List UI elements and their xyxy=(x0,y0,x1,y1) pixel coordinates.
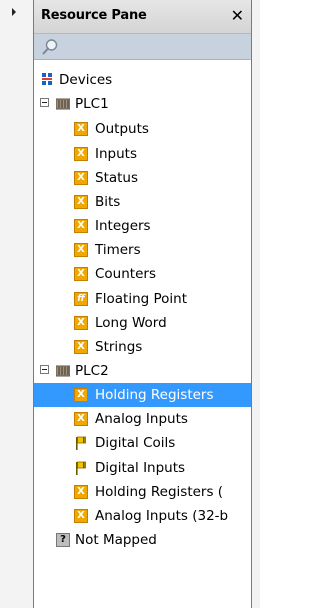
question-icon: ? xyxy=(56,533,70,547)
x-register-icon: X xyxy=(74,509,88,523)
tree-item-label: Not Mapped xyxy=(75,532,157,548)
left-gutter xyxy=(0,0,33,608)
tree-item-inputs[interactable]: X Inputs xyxy=(34,142,251,166)
tree-item-devices[interactable]: Devices xyxy=(34,68,251,92)
tree-item-plc1[interactable]: PLC1 xyxy=(34,92,251,116)
tree-item-label: Digital Coils xyxy=(95,435,176,451)
tree-item-long-word[interactable]: X Long Word xyxy=(34,311,251,335)
tree-item-holding-registers[interactable]: X Holding Registers xyxy=(34,383,251,407)
tree-item-label: Long Word xyxy=(95,315,167,331)
tree-item-label: Analog Inputs xyxy=(95,411,188,427)
plc-icon xyxy=(56,98,70,110)
tree-item-digital-inputs[interactable]: Digital Inputs xyxy=(34,456,251,480)
x-register-icon: X xyxy=(74,340,88,354)
tree-item-plc2[interactable]: PLC2 xyxy=(34,359,251,383)
tree-item-label: PLC1 xyxy=(75,96,109,112)
close-icon[interactable]: ✕ xyxy=(231,6,244,25)
tree-item-label: Bits xyxy=(95,194,121,210)
collapse-toggle[interactable] xyxy=(40,98,49,107)
x-register-icon: X xyxy=(74,485,88,499)
flag-icon xyxy=(76,436,86,450)
tree-item-label: Holding Registers xyxy=(95,387,214,403)
x-register-icon: X xyxy=(74,243,88,257)
tree-item-label: Counters xyxy=(95,266,156,282)
tree-item-label: Timers xyxy=(95,242,141,258)
x-register-icon: X xyxy=(74,267,88,281)
tree-item-label: Inputs xyxy=(95,146,137,162)
x-register-icon: X xyxy=(74,171,88,185)
collapse-toggle[interactable] xyxy=(40,365,49,374)
tree-item-label: Devices xyxy=(59,72,113,88)
float-register-icon: ff xyxy=(74,292,88,306)
tree-item-label: Status xyxy=(95,170,139,186)
tree-item-integers[interactable]: X Integers xyxy=(34,214,251,238)
flag-icon xyxy=(76,461,86,475)
tree-item-digital-coils[interactable]: Digital Coils xyxy=(34,431,251,455)
x-register-icon: X xyxy=(74,316,88,330)
tree-item-label: Floating Point xyxy=(95,291,188,307)
pane-titlebar: Resource Pane ✕ xyxy=(34,0,251,34)
search-bar[interactable] xyxy=(34,34,251,60)
tree-item-not-mapped[interactable]: ? Not Mapped xyxy=(34,528,251,552)
tree-item-analog-inputs[interactable]: X Analog Inputs xyxy=(34,407,251,431)
tree-item-holding-registers-32[interactable]: X Holding Registers ( xyxy=(34,480,251,504)
tree-item-label: Outputs xyxy=(95,121,149,137)
tree-item-timers[interactable]: X Timers xyxy=(34,238,251,262)
tree-item-label: PLC2 xyxy=(75,363,109,379)
tree-item-outputs[interactable]: X Outputs xyxy=(34,117,251,141)
tree-item-bits[interactable]: X Bits xyxy=(34,190,251,214)
tree-item-label: Integers xyxy=(95,218,151,234)
tree-item-floating-point[interactable]: ff Floating Point xyxy=(34,287,251,311)
resource-pane: Resource Pane ✕ Devices PLC1 X Outputs X… xyxy=(33,0,252,608)
tree-item-status[interactable]: X Status xyxy=(34,166,251,190)
pane-title: Resource Pane xyxy=(41,8,147,23)
x-register-icon: X xyxy=(74,388,88,402)
x-register-icon: X xyxy=(74,195,88,209)
search-icon[interactable] xyxy=(41,38,59,56)
tree-item-strings[interactable]: X Strings xyxy=(34,335,251,359)
devices-icon xyxy=(42,73,52,85)
x-register-icon: X xyxy=(74,147,88,161)
tree-item-analog-inputs-32[interactable]: X Analog Inputs (32-b xyxy=(34,504,251,528)
tree-item-label: Holding Registers ( xyxy=(95,484,224,500)
tree-item-label: Strings xyxy=(95,339,143,355)
x-register-icon: X xyxy=(74,219,88,233)
plc-icon xyxy=(56,365,70,377)
tree-item-label: Digital Inputs xyxy=(95,460,186,476)
right-edge xyxy=(252,0,260,608)
tree-item-label: Analog Inputs (32-b xyxy=(95,508,229,524)
expand-arrow-icon[interactable] xyxy=(12,8,16,16)
tree-item-counters[interactable]: X Counters xyxy=(34,262,251,286)
x-register-icon: X xyxy=(74,412,88,426)
x-register-icon: X xyxy=(74,122,88,136)
